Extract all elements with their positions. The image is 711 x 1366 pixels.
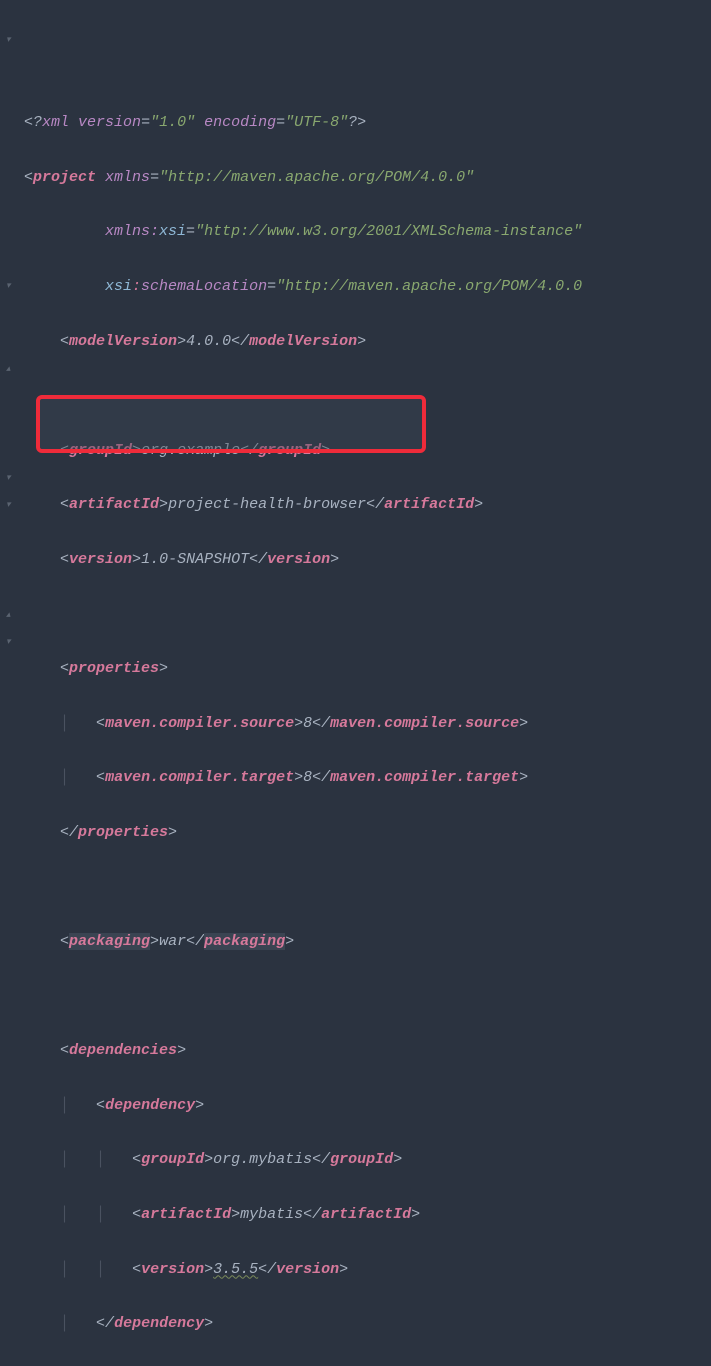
code-editor[interactable]: ▾ ▾ ▴ ▾ ▾ ▴ ▾ <?xml version="1.0" encodi… [0, 0, 711, 683]
fold-icon[interactable]: ▴ [6, 611, 16, 621]
code-line: │ <dependency> [24, 1092, 711, 1119]
code-line: │ <maven.compiler.target>8</maven.compil… [24, 764, 711, 791]
code-line: </properties> [24, 819, 711, 846]
code-line [24, 382, 711, 409]
code-line: │ │ <version>3.5.5</version> [24, 1256, 711, 1283]
code-line: xsi:schemaLocation="http://maven.apache.… [24, 273, 711, 300]
code-line: <artifactId>project-health-browser</arti… [24, 491, 711, 518]
code-line: <properties> [24, 655, 711, 682]
code-line [24, 874, 711, 901]
code-line: <?xml version="1.0" encoding="UTF-8"?> [24, 109, 711, 136]
code-line: │ <maven.compiler.source>8</maven.compil… [24, 710, 711, 737]
code-line: <version>1.0-SNAPSHOT</version> [24, 546, 711, 573]
fold-icon[interactable]: ▴ [6, 365, 16, 375]
code-line [24, 983, 711, 1010]
fold-icon[interactable]: ▾ [6, 638, 16, 648]
code-line: <packaging>war</packaging> [24, 928, 711, 955]
code-line: <modelVersion>4.0.0</modelVersion> [24, 328, 711, 355]
code-line: <dependencies> [24, 1037, 711, 1064]
fold-icon[interactable]: ▾ [6, 501, 16, 511]
code-line: │ <dependency> [24, 1365, 711, 1366]
fold-icon[interactable]: ▾ [6, 474, 16, 484]
code-line [24, 601, 711, 628]
code-line: │ </dependency> [24, 1310, 711, 1337]
code-area[interactable]: <?xml version="1.0" encoding="UTF-8"?> <… [22, 0, 711, 683]
code-line: <project xmlns="http://maven.apache.org/… [24, 164, 711, 191]
code-line: <groupId>org.example</groupId> [24, 437, 711, 464]
fold-icon[interactable]: ▾ [6, 36, 16, 46]
code-line: xmlns:xsi="http://www.w3.org/2001/XMLSch… [24, 218, 711, 245]
gutter: ▾ ▾ ▴ ▾ ▾ ▴ ▾ [0, 0, 22, 683]
code-line: │ │ <artifactId>mybatis</artifactId> [24, 1201, 711, 1228]
code-line: │ │ <groupId>org.mybatis</groupId> [24, 1146, 711, 1173]
fold-icon[interactable]: ▾ [6, 282, 16, 292]
